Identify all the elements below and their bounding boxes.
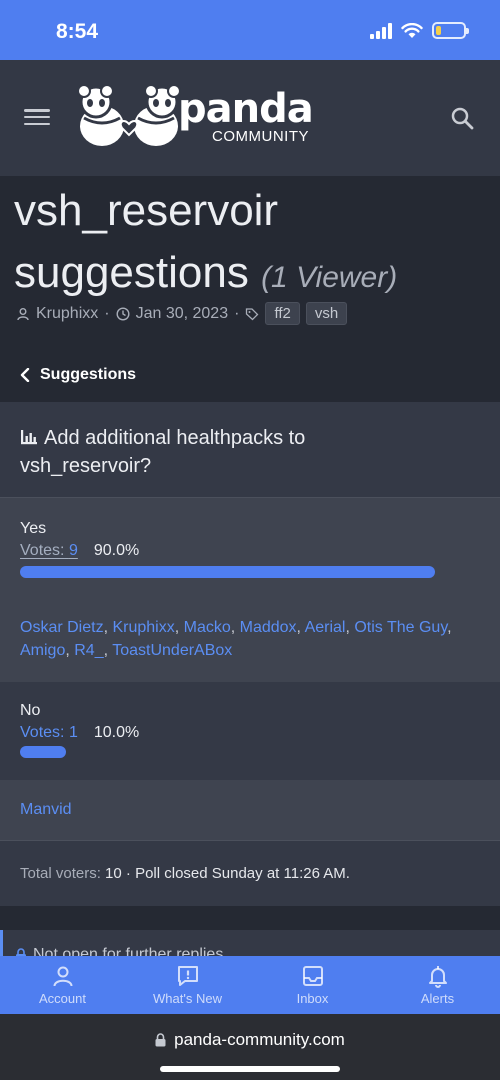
section-gap [0, 906, 500, 930]
url-text: panda-community.com [174, 1030, 345, 1049]
meta-separator: · [104, 304, 110, 322]
thread-meta: Kruphixx · Jan 30, 2023 · ff2 vsh [16, 302, 348, 325]
browser-address-bar: panda-community.com [0, 1014, 500, 1080]
panda-logo-icon [77, 84, 181, 146]
poll-option-no: No Votes: 1 10.0% [0, 682, 500, 780]
voter-link[interactable]: Kruphixx [112, 619, 174, 636]
battery-icon [432, 22, 469, 39]
breadcrumb: Suggestions [0, 356, 500, 402]
tag-ff2[interactable]: ff2 [265, 302, 300, 325]
thread-author[interactable]: Kruphixx [36, 305, 98, 323]
user-icon [17, 307, 29, 320]
poll-footer: Total voters: 10 · Poll closed Sunday at… [0, 840, 500, 906]
poll-question: Add additional healthpacks to vsh_reserv… [20, 424, 370, 480]
thread-title-text: vsh_reservoir suggestions [14, 186, 279, 297]
clock-icon [116, 306, 130, 321]
status-icons [370, 22, 469, 39]
tab-alerts[interactable]: Alerts [375, 956, 500, 1014]
voter-link[interactable]: Manvid [20, 801, 72, 818]
voter-link[interactable]: Oskar Dietz [20, 619, 104, 636]
cellular-signal-icon [370, 22, 392, 39]
poll-percent-no: 10.0% [93, 724, 140, 741]
tag-vsh[interactable]: vsh [305, 302, 348, 325]
total-voters: 10 [105, 865, 122, 882]
poll-votes-row: Votes: 1 10.0% [20, 724, 139, 742]
poll-header: Add additional healthpacks to vsh_reserv… [0, 402, 500, 498]
viewer-count: (1 Viewer) [261, 261, 398, 294]
inbox-icon [302, 966, 323, 986]
tab-label: Alerts [420, 991, 455, 1006]
tab-label: Inbox [296, 991, 329, 1006]
breadcrumb-link-suggestions[interactable]: Suggestions [20, 366, 136, 384]
thread-closed-notice: Not open for further replies. [0, 930, 500, 958]
bottom-tab-bar: Account What's New Inbox Alerts [0, 956, 500, 1014]
tab-label: Account [39, 991, 86, 1006]
poll-summary: Total voters: 10 · Poll closed Sunday at… [20, 865, 350, 882]
hamburger-menu-icon[interactable] [24, 106, 50, 128]
tab-label: What's New [153, 991, 222, 1006]
alerts-icon [428, 966, 447, 988]
tab-account[interactable]: Account [0, 956, 125, 1014]
poll-option-label: Yes [20, 520, 47, 537]
poll-question-text: Add additional healthpacks to vsh_reserv… [20, 427, 306, 477]
home-indicator[interactable] [160, 1066, 340, 1072]
tag-icon [246, 307, 259, 320]
voter-list-yes: Oskar Dietz, Kruphixx, Macko, Maddox, Ae… [20, 619, 452, 659]
account-icon [53, 966, 72, 987]
poll-option-label: No [20, 702, 41, 719]
site-header: panda COMMUNITY [0, 60, 500, 176]
wifi-icon [401, 22, 423, 38]
page-title: vsh_reservoir suggestions (1 Viewer) [14, 180, 494, 309]
meta-separator: · [234, 304, 240, 322]
site-logo[interactable]: panda COMMUNITY [74, 84, 314, 150]
poll-votes-row: Votes: 9 90.0% [20, 542, 139, 560]
tab-inbox[interactable]: Inbox [250, 956, 375, 1014]
voter-list-no: Manvid [20, 798, 480, 821]
votes-link-no[interactable]: Votes: 1 [20, 724, 78, 742]
tab-whats-new[interactable]: What's New [125, 956, 250, 1014]
whats-new-icon [177, 966, 198, 986]
voter-link[interactable]: Macko [184, 619, 231, 636]
poll-closed-text: · Poll closed Sunday at 11:26 AM. [125, 865, 350, 882]
poll-voters-yes: Oskar Dietz, Kruphixx, Macko, Maddox, Ae… [0, 602, 500, 682]
chevron-left-icon [20, 368, 30, 382]
url-display[interactable]: panda-community.com [0, 1030, 500, 1050]
poll-progress-bar-yes [20, 566, 435, 578]
status-time: 8:54 [56, 20, 99, 43]
voter-link[interactable]: ToastUnderABox [112, 642, 232, 659]
poll-option-yes: Yes Votes: 9 90.0% [0, 498, 500, 602]
voter-link[interactable]: Amigo [20, 642, 65, 659]
logo-wordmark: panda [178, 86, 314, 132]
bar-chart-icon [21, 430, 37, 445]
logo-subtitle: COMMUNITY [212, 128, 309, 145]
votes-link-yes[interactable]: Votes: 9 [20, 542, 78, 560]
lock-icon [155, 1033, 166, 1047]
search-icon[interactable] [450, 106, 474, 130]
voter-link[interactable]: Otis The Guy [354, 619, 447, 636]
poll-voters-no: Manvid [0, 780, 500, 840]
voter-link[interactable]: Maddox [240, 619, 297, 636]
breadcrumb-label: Suggestions [40, 366, 137, 383]
thread-header: vsh_reservoir suggestions (1 Viewer) Kru… [0, 176, 500, 356]
voter-link[interactable]: Aerial [305, 619, 346, 636]
thread-date[interactable]: Jan 30, 2023 [136, 305, 229, 323]
poll-progress-bar-no [20, 746, 66, 758]
voter-link[interactable]: R4_ [74, 642, 103, 659]
poll-percent-yes: 90.0% [93, 542, 140, 559]
status-bar: 8:54 [0, 0, 500, 60]
